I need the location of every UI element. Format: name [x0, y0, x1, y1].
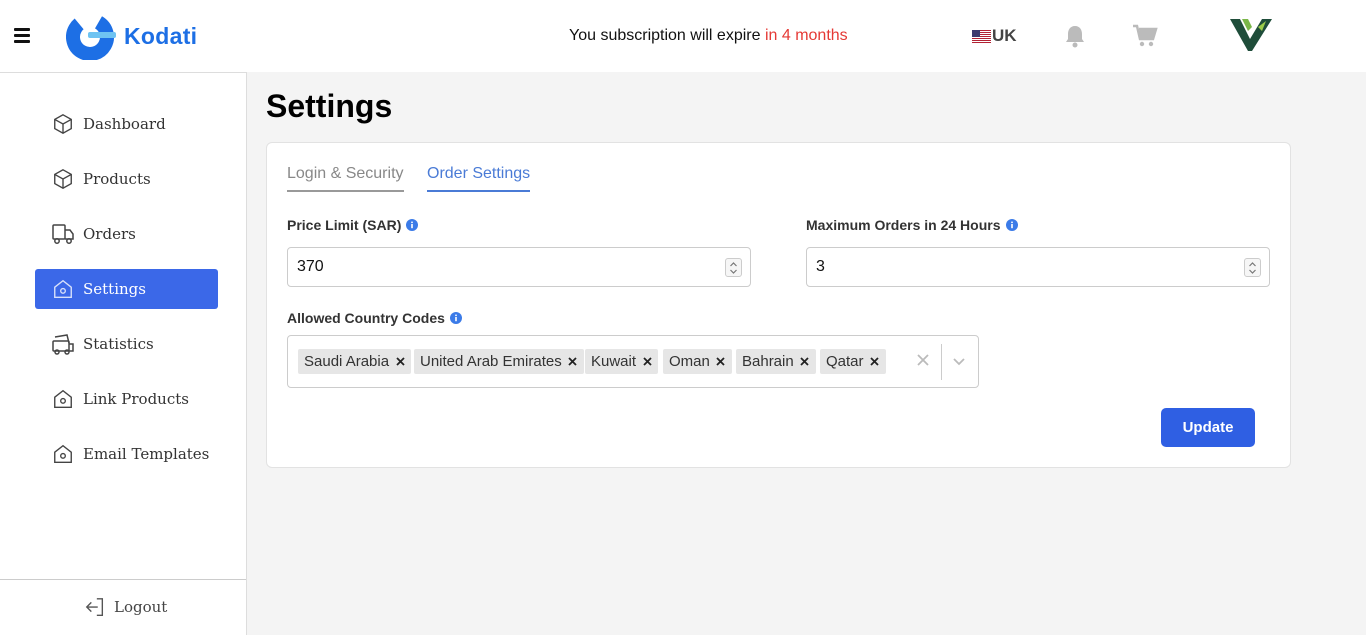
remove-chip-icon[interactable] — [636, 349, 658, 374]
country-chip: Saudi Arabia — [298, 349, 412, 374]
country-chip: Bahrain — [736, 349, 816, 374]
logout-button[interactable]: Logout — [84, 596, 167, 618]
price-limit-label-text: Price Limit (SAR) — [287, 217, 402, 233]
subscription-notice: You subscription will expire in 4 months — [569, 27, 848, 45]
country-chip-label: United Arab Emirates — [420, 353, 562, 370]
home-icon — [51, 387, 75, 411]
clear-all-icon[interactable] — [916, 353, 930, 372]
sidebar-item-label: Settings — [83, 280, 146, 298]
delivery-icon — [51, 332, 75, 356]
brand-logo-icon — [1228, 17, 1274, 58]
cube-icon — [51, 167, 75, 191]
sidebar-item-email-templates[interactable]: Email Templates — [35, 434, 218, 474]
stepper-arrows-icon — [730, 261, 737, 274]
country-chip-label: Oman — [669, 353, 710, 370]
price-limit-stepper[interactable] — [725, 258, 742, 277]
country-chip-label: Kuwait — [591, 353, 637, 370]
remove-chip-icon[interactable] — [794, 349, 816, 374]
language-label: UK — [992, 26, 1017, 45]
info-icon[interactable] — [449, 312, 462, 324]
menu-icon[interactable] — [14, 28, 30, 43]
subscription-text: You subscription will expire — [569, 27, 765, 44]
tab-login-security[interactable]: Login & Security — [287, 165, 404, 192]
sidebar-item-dashboard[interactable]: Dashboard — [35, 104, 218, 144]
country-chip-label: Qatar — [826, 353, 864, 370]
remove-chip-icon[interactable] — [710, 349, 732, 374]
sidebar-item-settings[interactable]: Settings — [35, 269, 218, 309]
stepper-arrows-icon — [1249, 261, 1256, 274]
sidebar-item-link-products[interactable]: Link Products — [35, 379, 218, 419]
country-chip: United Arab Emirates — [414, 349, 584, 374]
home-icon — [51, 277, 75, 301]
cube-icon — [51, 112, 75, 136]
max-orders-stepper[interactable] — [1244, 258, 1261, 277]
max-orders-label-text: Maximum Orders in 24 Hours — [806, 217, 1001, 233]
sidebar: Dashboard Products Orders Settings Stati… — [0, 72, 247, 635]
remove-chip-icon[interactable] — [562, 349, 584, 374]
sidebar-item-label: Email Templates — [83, 445, 210, 463]
truck-icon — [51, 222, 75, 246]
sidebar-footer: Logout — [0, 579, 246, 635]
max-orders-label: Maximum Orders in 24 Hours — [806, 217, 1018, 233]
country-codes-label-text: Allowed Country Codes — [287, 310, 445, 326]
country-chip-label: Saudi Arabia — [304, 353, 390, 370]
update-button[interactable]: Update — [1161, 408, 1255, 447]
country-codes-label: Allowed Country Codes — [287, 310, 462, 326]
country-chip-label: Bahrain — [742, 353, 794, 370]
logout-label: Logout — [114, 598, 168, 616]
sidebar-item-label: Orders — [83, 225, 136, 243]
select-divider — [941, 344, 942, 380]
sidebar-item-statistics[interactable]: Statistics — [35, 324, 218, 364]
kodati-logo-icon — [66, 13, 116, 60]
info-icon[interactable] — [406, 219, 419, 231]
cart-icon[interactable] — [1132, 24, 1158, 53]
settings-card: Login & Security Order Settings Price Li… — [266, 142, 1291, 468]
country-chip: Oman — [663, 349, 732, 374]
max-orders-input[interactable] — [807, 248, 1269, 286]
us-flag-icon — [972, 29, 991, 43]
price-limit-label: Price Limit (SAR) — [287, 217, 419, 233]
home-icon — [51, 442, 75, 466]
max-orders-input-wrapper — [806, 247, 1270, 287]
sidebar-item-label: Link Products — [83, 390, 189, 408]
top-header: Kodati You subscription will expire in 4… — [0, 0, 1366, 72]
page-title: Settings — [266, 88, 393, 124]
logout-icon — [84, 596, 106, 618]
logo-text: Kodati — [124, 22, 198, 49]
remove-chip-icon[interactable] — [864, 349, 886, 374]
chevron-down-icon[interactable] — [952, 355, 966, 374]
price-limit-input-wrapper — [287, 247, 751, 287]
sidebar-item-label: Statistics — [83, 335, 154, 353]
sidebar-item-label: Products — [83, 170, 151, 188]
country-chip: Kuwait — [585, 349, 659, 374]
language-selector[interactable]: UK — [972, 26, 1017, 46]
country-chip: Qatar — [820, 349, 886, 374]
country-codes-select[interactable]: Saudi Arabia United Arab Emirates Kuwait… — [287, 335, 979, 388]
kodati-logo[interactable]: Kodati — [66, 12, 197, 60]
sidebar-item-products[interactable]: Products — [35, 159, 218, 199]
price-limit-input[interactable] — [288, 248, 750, 286]
sidebar-item-label: Dashboard — [83, 115, 166, 133]
bell-icon[interactable] — [1064, 24, 1086, 53]
subscription-expiry: in 4 months — [764, 27, 848, 44]
remove-chip-icon[interactable] — [389, 349, 411, 374]
sidebar-item-orders[interactable]: Orders — [35, 214, 218, 254]
tab-order-settings[interactable]: Order Settings — [427, 165, 531, 192]
info-icon[interactable] — [1005, 219, 1018, 231]
